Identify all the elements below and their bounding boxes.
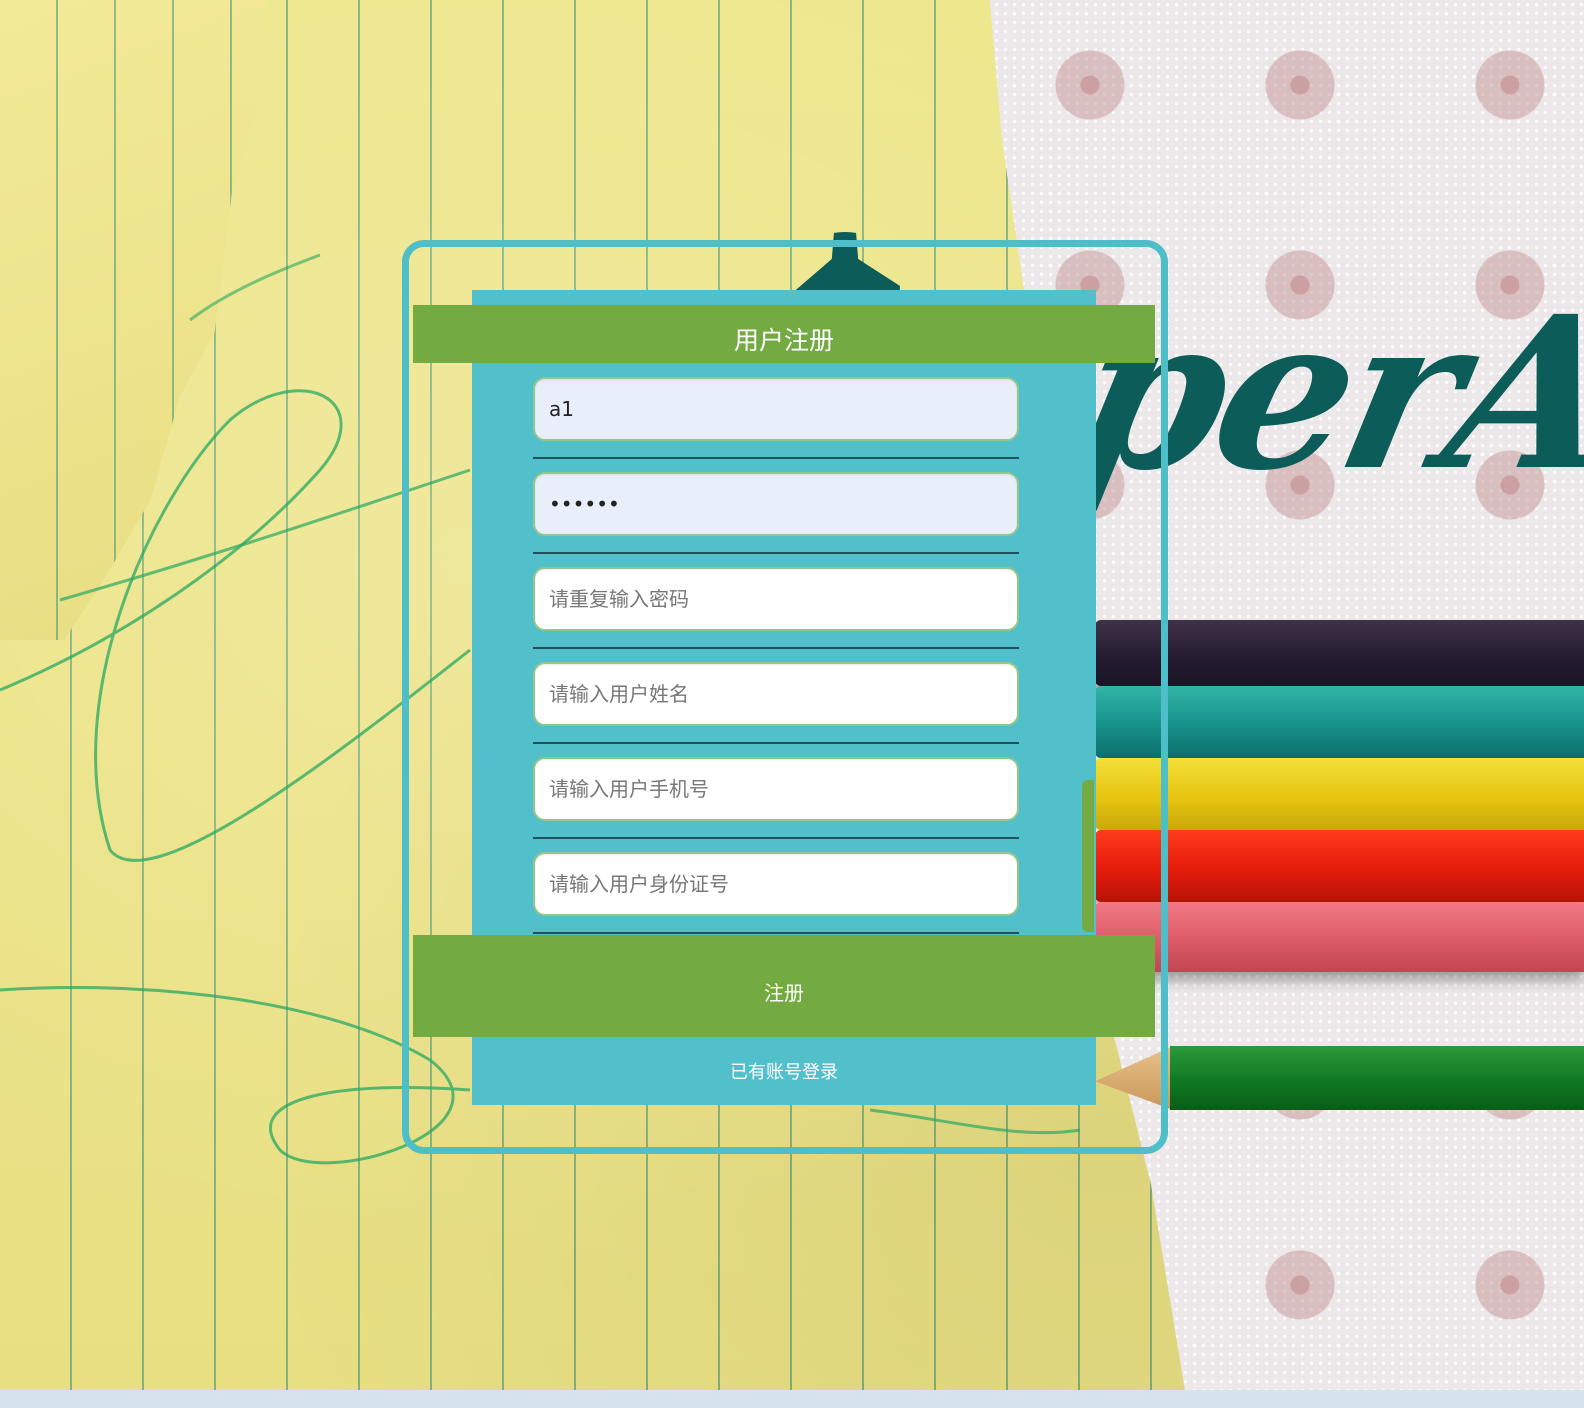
real-name-input[interactable] xyxy=(533,662,1019,726)
window-bottom-edge xyxy=(0,1390,1584,1408)
confirm-password-input[interactable] xyxy=(533,567,1019,631)
field-divider xyxy=(533,837,1019,839)
red-pencil xyxy=(1095,830,1584,902)
field-divider xyxy=(533,742,1019,744)
form-scrollbar-thumb[interactable] xyxy=(1082,780,1094,932)
field-divider xyxy=(533,932,1019,934)
id-number-input[interactable] xyxy=(533,852,1019,916)
green-pencil xyxy=(1170,1046,1584,1110)
yellow-pencil xyxy=(1095,758,1584,830)
purple-pencil xyxy=(1095,620,1584,686)
field-divider xyxy=(533,457,1019,459)
form-title-bar: 用户注册 xyxy=(413,305,1155,363)
form-title: 用户注册 xyxy=(733,326,834,355)
field-divider xyxy=(533,647,1019,649)
pink-pencil xyxy=(1095,902,1584,972)
phone-input[interactable] xyxy=(533,757,1019,821)
username-input[interactable] xyxy=(533,377,1019,441)
register-button[interactable]: 注册 xyxy=(413,935,1155,1037)
field-divider xyxy=(533,552,1019,554)
existing-account-login-link[interactable]: 已有账号登录 xyxy=(472,1058,1096,1088)
teal-pencil xyxy=(1095,686,1584,758)
password-input[interactable] xyxy=(533,472,1019,536)
